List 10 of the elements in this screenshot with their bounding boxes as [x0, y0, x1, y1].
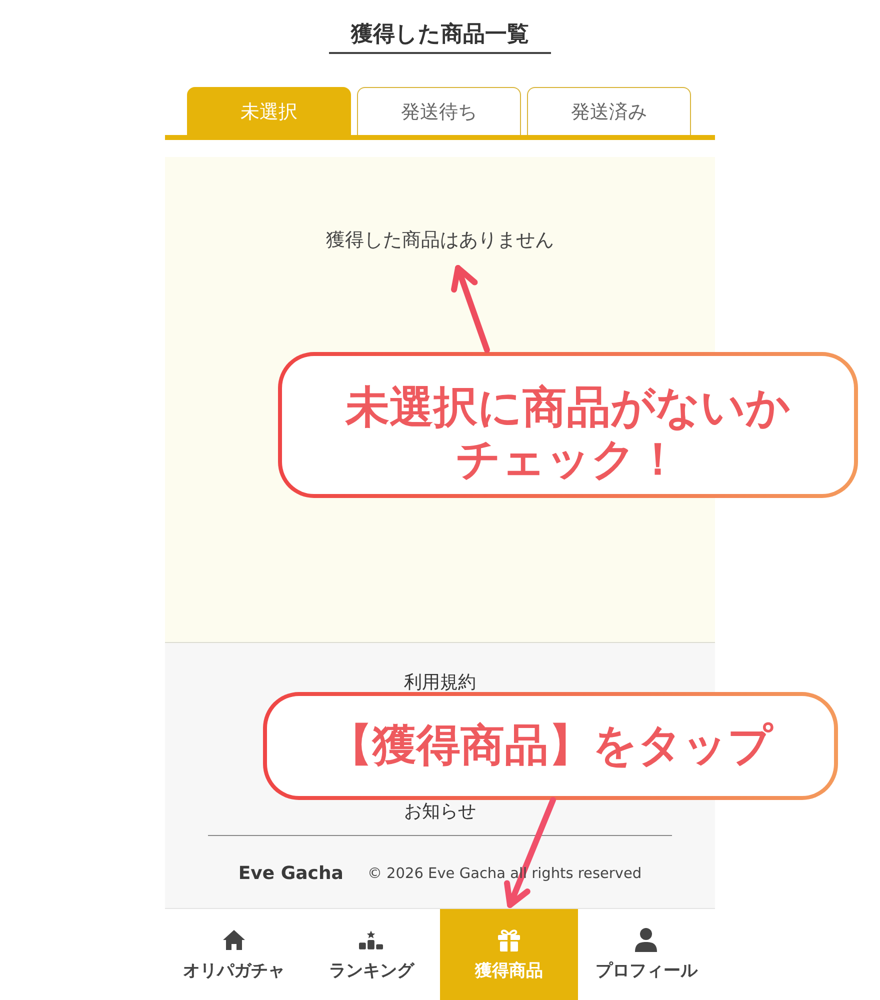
gift-icon	[496, 928, 521, 952]
person-icon	[634, 928, 658, 952]
footer-link[interactable]: 利用規約	[404, 673, 476, 693]
empty-message: 獲得した商品はありません	[326, 228, 554, 253]
footer-link[interactable]: お知らせ	[404, 802, 476, 822]
home-icon	[222, 928, 246, 952]
tab[interactable]: 発送待ち	[357, 87, 521, 135]
footer-brand: Eve Gacha	[238, 863, 344, 884]
page-title: 獲得した商品一覧	[329, 20, 551, 54]
tab[interactable]: 発送済み	[527, 87, 691, 135]
